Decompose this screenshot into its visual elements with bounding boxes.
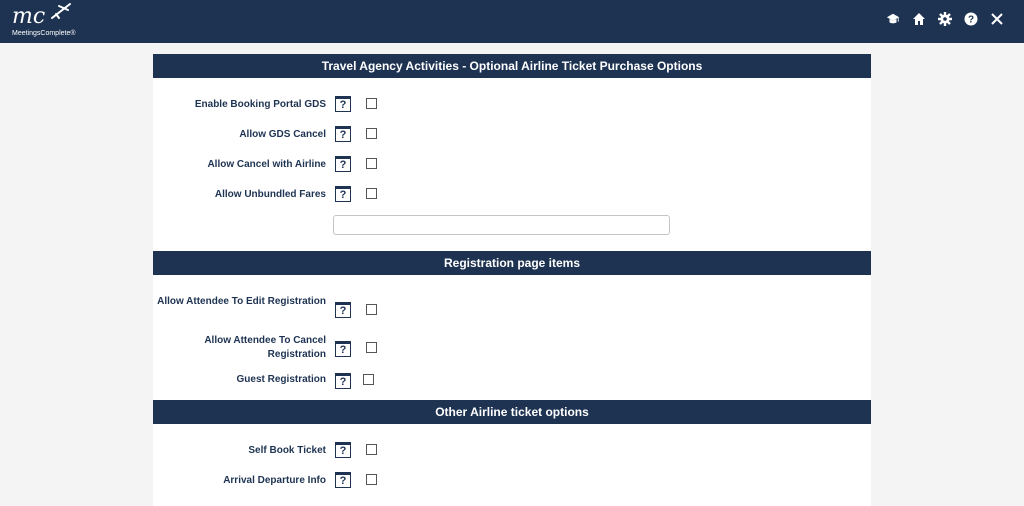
help-icon[interactable]: ? <box>335 126 351 142</box>
svg-text:?: ? <box>968 15 974 26</box>
setting-label: Self Book Ticket <box>248 445 326 456</box>
help-icon[interactable]: ? <box>335 472 351 488</box>
allow-attendee-to-cancel-registration-checkbox[interactable] <box>366 342 377 353</box>
setting-label: Arrival Departure Info <box>223 475 326 486</box>
help-icon[interactable]: ? <box>335 96 351 112</box>
section-header-other-airline: Other Airline ticket options <box>153 400 871 424</box>
logo-wordmark: MeetingsComplete® <box>12 30 76 37</box>
logo-mark: mc <box>12 4 46 29</box>
top-navigation-bar: mc MeetingsComplete® ? <box>0 0 1024 43</box>
setting-label: Enable Booking Portal GDS <box>194 99 326 110</box>
section-header-registration: Registration page items <box>153 251 871 275</box>
unbundled-fares-input[interactable] <box>333 215 670 235</box>
allow-gds-cancel-checkbox[interactable] <box>366 128 377 139</box>
setting-label: Allow Attendee To Edit Registration <box>157 296 326 307</box>
setting-label: Allow GDS Cancel <box>239 129 326 140</box>
guest-registration-checkbox[interactable] <box>363 374 374 385</box>
close-icon[interactable] <box>990 12 1004 26</box>
setting-label: Allow Cancel with Airline <box>207 159 326 170</box>
allow-attendee-to-edit-registration-checkbox[interactable] <box>366 304 377 315</box>
setting-label: Allow Attendee To Cancel Registration <box>204 335 326 360</box>
help-icon[interactable]: ? <box>335 442 351 458</box>
arrival-departure-info-checkbox[interactable] <box>366 474 377 485</box>
help-icon[interactable]: ? <box>335 341 351 357</box>
allow-unbundled-fares-checkbox[interactable] <box>366 188 377 199</box>
section-header-travel-agency: Travel Agency Activities - Optional Airl… <box>153 54 871 78</box>
gear-icon[interactable] <box>938 12 952 26</box>
plane-icon <box>51 3 71 19</box>
meetingscomplete-logo[interactable]: mc MeetingsComplete® <box>10 2 80 40</box>
setting-label: Allow Unbundled Fares <box>214 189 326 200</box>
help-icon[interactable]: ? <box>335 373 351 389</box>
home-icon[interactable] <box>912 12 926 26</box>
help-icon[interactable]: ? <box>335 302 351 318</box>
graduation-cap-icon[interactable] <box>886 12 900 26</box>
help-icon[interactable]: ? <box>335 156 351 172</box>
help-icon[interactable]: ? <box>964 12 978 26</box>
settings-panel: Travel Agency Activities - Optional Airl… <box>153 54 871 506</box>
self-book-ticket-checkbox[interactable] <box>366 444 377 455</box>
enable-booking-portal-gds-checkbox[interactable] <box>366 98 377 109</box>
allow-cancel-with-airline-checkbox[interactable] <box>366 158 377 169</box>
help-icon[interactable]: ? <box>335 186 351 202</box>
setting-label: Guest Registration <box>236 374 326 385</box>
